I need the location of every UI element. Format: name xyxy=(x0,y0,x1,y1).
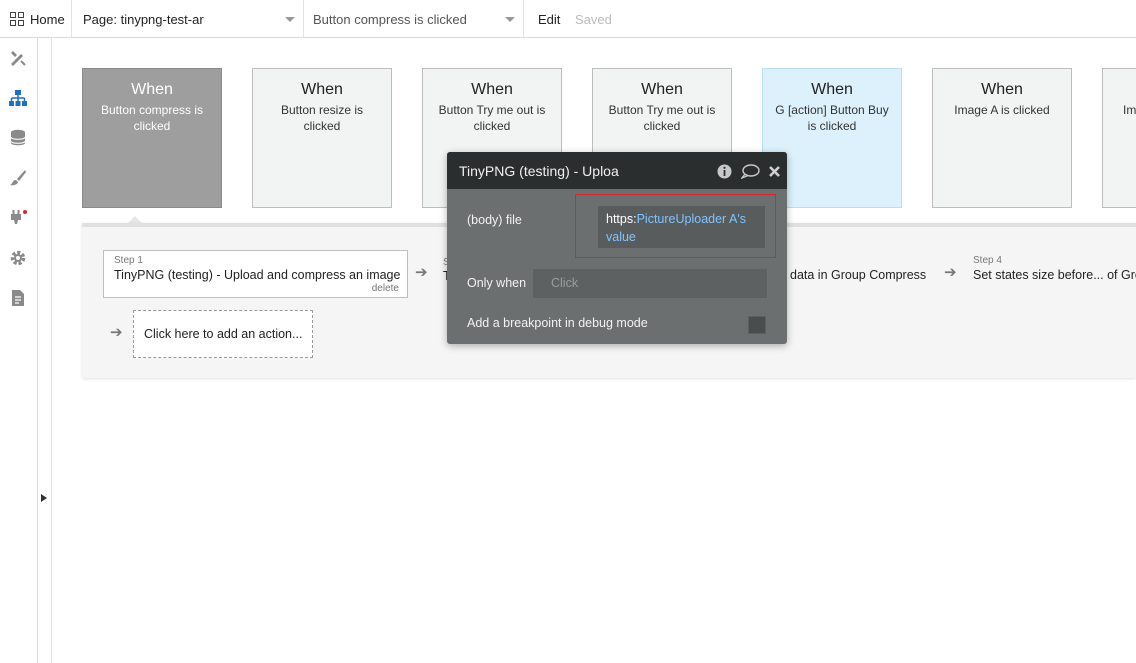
step-delete-link[interactable]: delete xyxy=(372,283,399,294)
page-selector[interactable]: Page: tinypng-test-ar xyxy=(77,0,304,38)
only-when-input[interactable]: Click xyxy=(533,269,767,298)
grid-icon xyxy=(10,12,24,26)
design-icon[interactable] xyxy=(8,48,28,68)
step-label: Step 4 xyxy=(973,255,1002,266)
comment-icon[interactable] xyxy=(740,163,760,179)
event-selector-label: Button compress is clicked xyxy=(313,11,467,27)
workflow-icon[interactable] xyxy=(8,88,28,108)
collapse-rail[interactable] xyxy=(38,38,52,663)
event-card-description: Image A is clicked xyxy=(954,103,1050,117)
property-editor: TinyPNG (testing) - Uploa (body) file ht… xyxy=(447,152,787,344)
home-button[interactable]: Home xyxy=(0,0,72,38)
event-card-description: Button Try me out is clicked xyxy=(608,103,716,133)
event-card-description: Button Try me out is clicked xyxy=(438,103,546,133)
breakpoint-label: Add a breakpoint in debug mode xyxy=(467,316,648,330)
body-file-expression[interactable]: https:PictureUploader A's value xyxy=(598,206,765,248)
event-card-when: When xyxy=(471,81,513,98)
event-card-description: Button resize is clicked xyxy=(280,103,364,133)
add-action-button[interactable]: Click here to add an action... xyxy=(133,310,313,358)
workflow-step[interactable]: Step 1 TinyPNG (testing) - Upload and co… xyxy=(103,250,408,298)
event-card-when: When xyxy=(981,81,1023,98)
step-title: TinyPNG (testing) - Upload and compress … xyxy=(114,268,401,282)
edit-menu[interactable]: Edit xyxy=(538,0,560,38)
event-card-when: When xyxy=(811,81,853,98)
saved-status: Saved xyxy=(575,11,612,27)
event-card[interactable]: When Button resize is clicked xyxy=(252,68,392,208)
chevron-down-icon xyxy=(285,17,295,22)
chevron-down-icon xyxy=(505,17,515,22)
expand-arrow-icon[interactable] xyxy=(41,494,47,502)
body-file-label: (body) file xyxy=(467,213,522,227)
plugins-icon[interactable] xyxy=(8,208,28,228)
data-icon[interactable] xyxy=(8,128,28,148)
info-icon[interactable] xyxy=(716,163,732,179)
event-selector[interactable]: Button compress is clicked xyxy=(305,0,524,38)
event-card[interactable]: When Image A is clicked xyxy=(932,68,1072,208)
event-card-when: When xyxy=(131,81,173,98)
event-card-description: Im xyxy=(1123,103,1136,117)
arrow-right-icon: ➔ xyxy=(944,264,957,281)
event-card-description: Button compress is clicked xyxy=(100,103,204,133)
step-title[interactable]: data in Group Compress xyxy=(790,268,926,282)
editor-header[interactable]: TinyPNG (testing) - Uploa xyxy=(447,152,787,189)
page-selector-label: Page: tinypng-test-ar xyxy=(83,11,204,27)
step-label: Step 1 xyxy=(114,255,143,266)
event-card[interactable]: When Button compress is clicked xyxy=(82,68,222,208)
settings-icon[interactable] xyxy=(8,248,28,268)
close-icon[interactable] xyxy=(766,163,782,179)
event-card-when: When xyxy=(301,81,343,98)
home-label: Home xyxy=(30,11,65,27)
left-sidebar xyxy=(0,38,38,663)
logs-icon[interactable] xyxy=(8,288,28,308)
event-card[interactable]: Im xyxy=(1102,68,1136,208)
step-title[interactable]: Set states size before... of Gro xyxy=(973,268,1136,282)
expression-static-text: https: xyxy=(606,212,637,226)
breakpoint-checkbox[interactable] xyxy=(748,316,766,334)
arrow-right-icon: ➔ xyxy=(415,264,428,281)
only-when-label: Only when xyxy=(467,276,527,290)
top-bar: Home Page: tinypng-test-ar Button compre… xyxy=(0,0,1136,38)
event-card-when: When xyxy=(641,81,683,98)
event-card-description: G [action] Button Buy is clicked xyxy=(775,103,889,133)
styles-icon[interactable] xyxy=(8,168,28,188)
arrow-right-icon: ➔ xyxy=(110,324,123,341)
editor-title: TinyPNG (testing) - Uploa xyxy=(459,163,619,179)
